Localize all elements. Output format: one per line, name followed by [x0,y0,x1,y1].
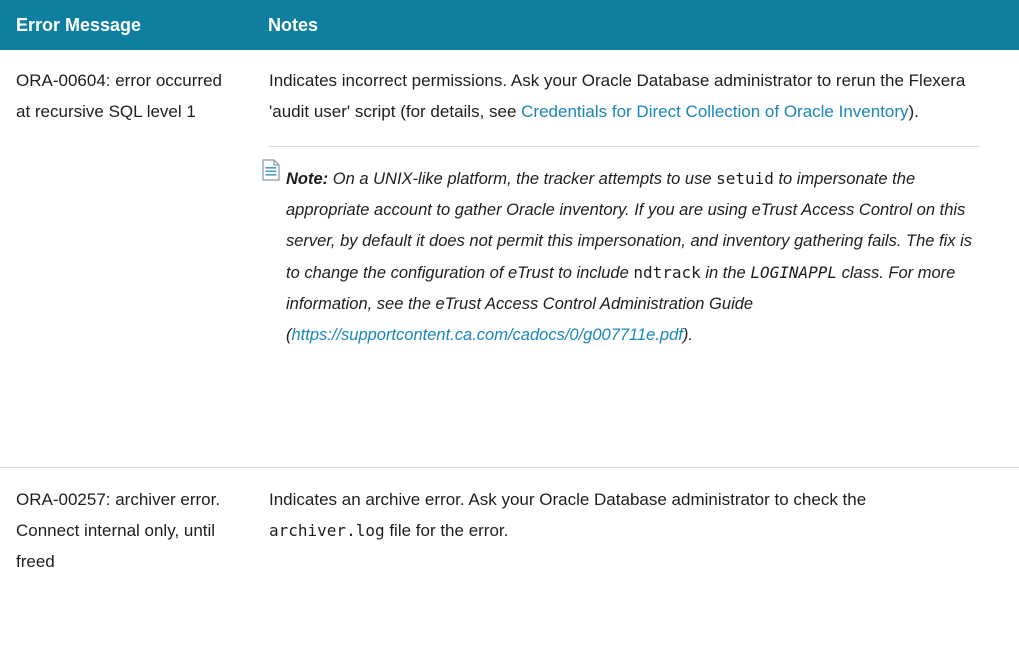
code-loginappl: LOGINAPPL [750,263,838,282]
code-archiver-log: archiver.log [269,521,385,540]
note-block: Note: On a UNIX-like platform, the track… [262,159,979,351]
header-notes: Notes [268,14,319,35]
notes-cell: Indicates an archive error. Ask your Ora… [252,468,1019,654]
error-table: Error Message Notes ORA-00604: error occ… [0,0,1019,654]
code-setuid: setuid [716,169,774,188]
note-label: Note: [286,170,329,188]
error-message-cell: ORA-00257: archiver error. Connect inter… [16,490,221,571]
table-row: ORA-00257: archiver error. Connect inter… [0,468,1019,654]
note-text: in the [700,264,751,282]
note-text: On a UNIX-like platform, the tracker att… [332,170,717,188]
notes-text-part: Indicates an archive error. Ask your Ora… [269,490,867,509]
notes-text-part: file for the error. [384,521,509,540]
notes-text: Indicates incorrect permissions. Ask you… [269,65,979,127]
error-message-cell: ORA-00604: error occurred at recursive S… [16,71,222,121]
notes-cell: Indicates incorrect permissions. Ask you… [252,50,1019,467]
note-text: ). [682,326,693,344]
table-row: ORA-00604: error occurred at recursive S… [0,50,1019,468]
credentials-link[interactable]: Credentials for Direct Collection of Ora… [521,102,908,121]
header-error-message: Error Message [16,14,142,35]
divider [269,146,979,147]
notes-text-part: ). [908,102,919,121]
etrust-guide-link[interactable]: https://supportcontent.ca.com/cadocs/0/g… [292,326,683,344]
table-header: Error Message Notes [0,0,1019,50]
code-ndtrack: ndtrack [633,263,701,282]
note-icon [262,159,280,181]
